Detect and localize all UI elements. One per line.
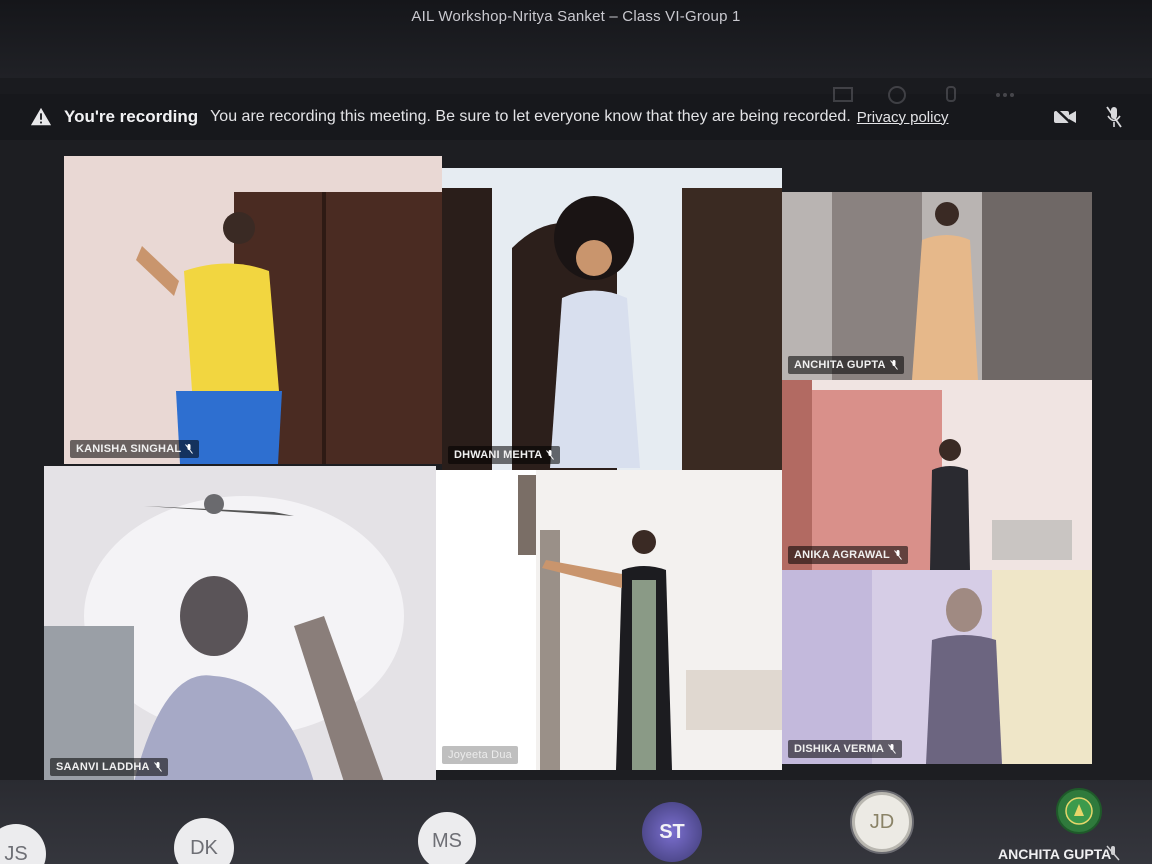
participant-video — [782, 192, 1092, 380]
avatar-js[interactable]: JS — [0, 824, 46, 864]
avatar-jd[interactable]: JD — [852, 792, 912, 852]
participant-name: Joyeeta Dua — [448, 749, 512, 761]
name-tag: ANIKA AGRAWAL — [788, 546, 908, 564]
meeting-title: AIL Workshop-Nritya Sanket – Class VI-Gr… — [411, 8, 741, 25]
participant-name: KANISHA SINGHAL — [76, 443, 182, 455]
video-tile-dhwani[interactable]: DHWANI MEHTA — [442, 168, 782, 470]
video-grid: KANISHA SINGHAL DHWANI MEHTA ANCHITA GUP… — [0, 140, 1152, 782]
video-tile-joyeeta[interactable]: Joyeeta Dua — [436, 470, 782, 770]
mic-muted-icon — [889, 360, 898, 370]
reactions-icon[interactable] — [884, 82, 910, 108]
avatar-initials: JD — [869, 810, 895, 833]
participant-name: DISHIKA VERMA — [794, 743, 885, 755]
mic-muted-icon — [546, 450, 555, 460]
video-tile-anika[interactable]: ANIKA AGRAWAL — [782, 380, 1092, 570]
recording-title: You're recording — [64, 107, 199, 126]
participant-name: DHWANI MEHTA — [454, 449, 543, 461]
hand-icon[interactable] — [938, 82, 964, 108]
mic-muted-icon — [185, 444, 194, 454]
avatar-st[interactable]: ST — [642, 802, 702, 862]
video-tile-kanisha[interactable]: KANISHA SINGHAL — [64, 156, 442, 464]
mic-muted-icon — [893, 550, 902, 560]
avatar-initials: JS — [4, 842, 28, 864]
participant-video — [64, 156, 442, 464]
video-tile-anchita[interactable]: ANCHITA GUPTA — [782, 192, 1092, 380]
name-tag: DISHIKA VERMA — [788, 740, 903, 758]
recording-message: You are recording this meeting. Be sure … — [210, 108, 851, 125]
title-bar: AIL Workshop-Nritya Sanket – Class VI-Gr… — [0, 0, 1152, 78]
share-icon[interactable] — [830, 82, 856, 108]
more-icon[interactable] — [992, 82, 1018, 108]
participant-video — [442, 168, 782, 470]
name-tag: Joyeeta Dua — [442, 746, 518, 764]
participant-video — [436, 470, 782, 770]
meeting-toolbar — [822, 86, 1152, 128]
name-tag: DHWANI MEHTA — [448, 446, 561, 464]
name-tag: SAANVI LADDHA — [50, 758, 168, 776]
avatar-initials: DK — [190, 836, 218, 859]
warning-icon — [30, 107, 52, 126]
participant-name: ANIKA AGRAWAL — [794, 549, 890, 561]
participant-video — [44, 466, 436, 782]
participant-video — [782, 570, 1092, 764]
participant-name: SAANVI LADDHA — [56, 761, 150, 773]
participants-bar: JS DK MS ST JD — [0, 780, 1152, 864]
participant-video — [782, 380, 1092, 570]
avatar-anchita-logo[interactable] — [1056, 788, 1102, 834]
mic-muted-icon — [888, 744, 897, 754]
mic-muted-icon — [1106, 845, 1120, 861]
avatar-initials: MS — [432, 829, 462, 852]
active-participant-name: ANCHITA GUPTA — [998, 846, 1112, 862]
avatar-dk[interactable]: DK — [174, 818, 234, 864]
name-tag: KANISHA SINGHAL — [70, 440, 200, 458]
mic-muted-icon — [153, 762, 162, 772]
video-tile-dishika[interactable]: DISHIKA VERMA — [782, 570, 1092, 764]
participant-name: ANCHITA GUPTA — [794, 359, 886, 371]
video-tile-saanvi[interactable]: SAANVI LADDHA — [44, 466, 436, 782]
school-logo-icon — [1065, 797, 1093, 825]
avatar-initials: ST — [659, 820, 685, 843]
avatar-ms[interactable]: MS — [418, 812, 476, 864]
name-tag: ANCHITA GUPTA — [788, 356, 904, 374]
